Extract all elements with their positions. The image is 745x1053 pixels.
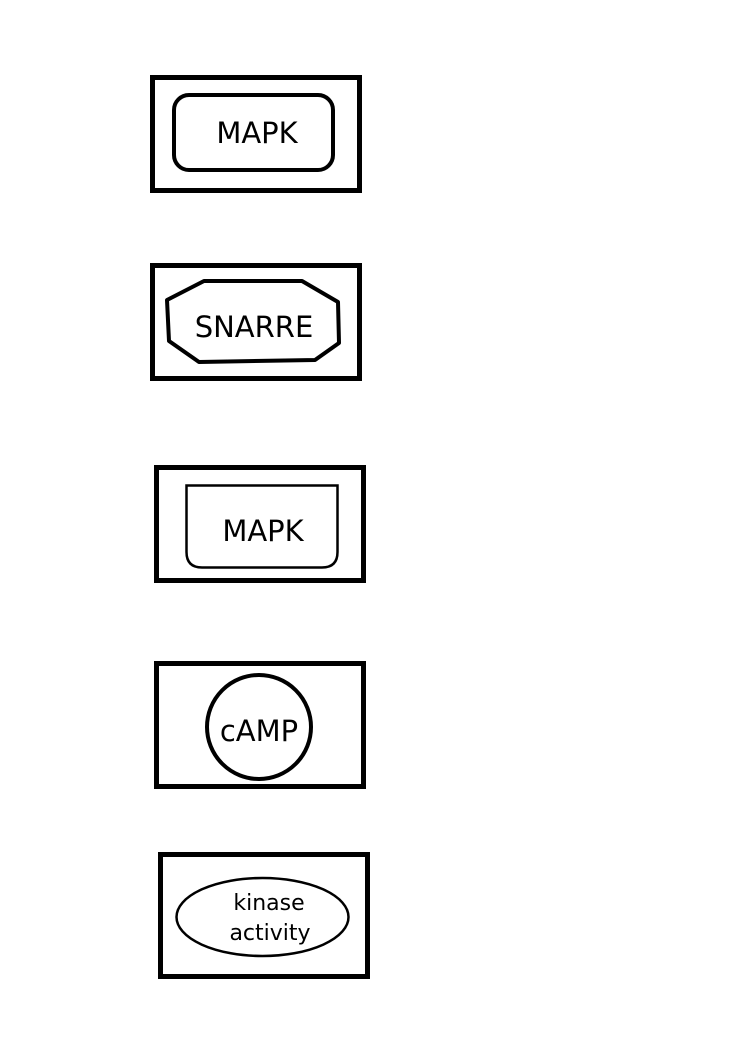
legend-item-macromolecule: MAPK xyxy=(150,75,362,193)
nucleic-acid-feature-label: MAPK xyxy=(222,514,304,548)
macromolecule-label: MAPK xyxy=(216,116,298,150)
sbgn-glyph-legend: MAPK SNARRE MAPK cAMP kinase activity xyxy=(150,75,370,979)
simple-chemical-label: cAMP xyxy=(220,714,298,748)
legend-item-simple-chemical: cAMP xyxy=(154,661,366,789)
complex-label: SNARRE xyxy=(195,310,314,344)
phenotype-label-line-2: activity xyxy=(229,921,310,946)
legend-item-nucleic-acid-feature: MAPK xyxy=(154,465,366,583)
legend-item-phenotype: kinase activity xyxy=(158,852,370,979)
phenotype-label-line-1: kinase xyxy=(233,891,304,916)
legend-item-complex: SNARRE xyxy=(150,263,362,381)
